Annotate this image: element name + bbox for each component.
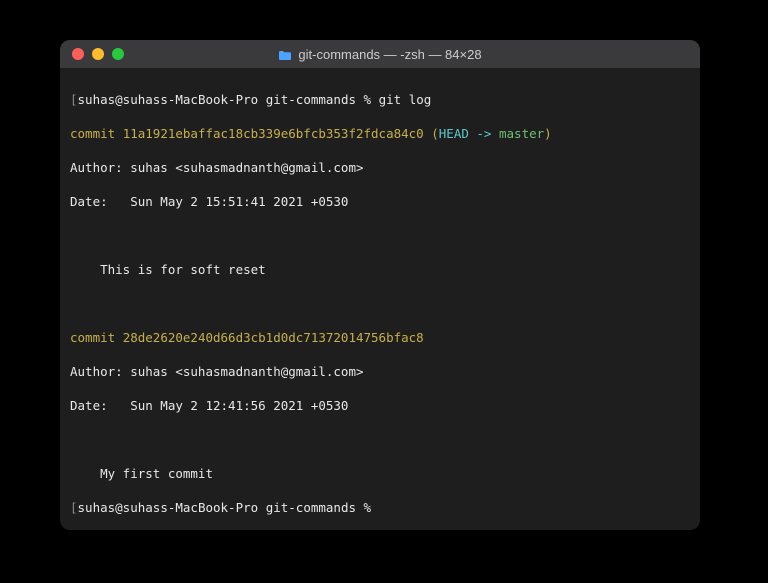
- prompt-line: [suhas@suhass-MacBook-Pro git-commands %…: [70, 91, 690, 108]
- window-title: git-commands — -zsh — 84×28: [60, 47, 700, 62]
- date-line: Date: Sun May 2 15:51:41 2021 +0530: [70, 193, 690, 210]
- author-line: Author: suhas <suhasmadnanth@gmail.com>: [70, 159, 690, 176]
- commit-message: My first commit: [70, 465, 690, 482]
- branch-ref: master: [499, 126, 544, 141]
- commit-line: commit 28de2620e240d66d3cb1d0dc713720147…: [70, 329, 690, 346]
- terminal-body[interactable]: [suhas@suhass-MacBook-Pro git-commands %…: [60, 68, 700, 530]
- close-icon[interactable]: [72, 48, 84, 60]
- commit-hash: 28de2620e240d66d3cb1d0dc71372014756bfac8: [123, 330, 424, 345]
- commit-line: commit 11a1921ebaffac18cb339e6bfcb353f2f…: [70, 125, 690, 142]
- prompt-line: [suhas@suhass-MacBook-Pro git-commands %: [70, 499, 690, 516]
- traffic-lights: [72, 48, 124, 60]
- commit-hash: 11a1921ebaffac18cb339e6bfcb353f2fdca84c0: [123, 126, 424, 141]
- command-text: git log: [379, 92, 432, 107]
- date-line: Date: Sun May 2 12:41:56 2021 +0530: [70, 397, 690, 414]
- title-suffix: — -zsh — 84×28: [380, 47, 482, 62]
- folder-icon: [278, 49, 292, 60]
- head-ref: HEAD ->: [439, 126, 499, 141]
- maximize-icon[interactable]: [112, 48, 124, 60]
- author-line: Author: suhas <suhasmadnanth@gmail.com>: [70, 363, 690, 380]
- minimize-icon[interactable]: [92, 48, 104, 60]
- title-folder: git-commands: [298, 47, 380, 62]
- commit-message: This is for soft reset: [70, 261, 690, 278]
- terminal-window: git-commands — -zsh — 84×28 [suhas@suhas…: [60, 40, 700, 530]
- titlebar: git-commands — -zsh — 84×28: [60, 40, 700, 68]
